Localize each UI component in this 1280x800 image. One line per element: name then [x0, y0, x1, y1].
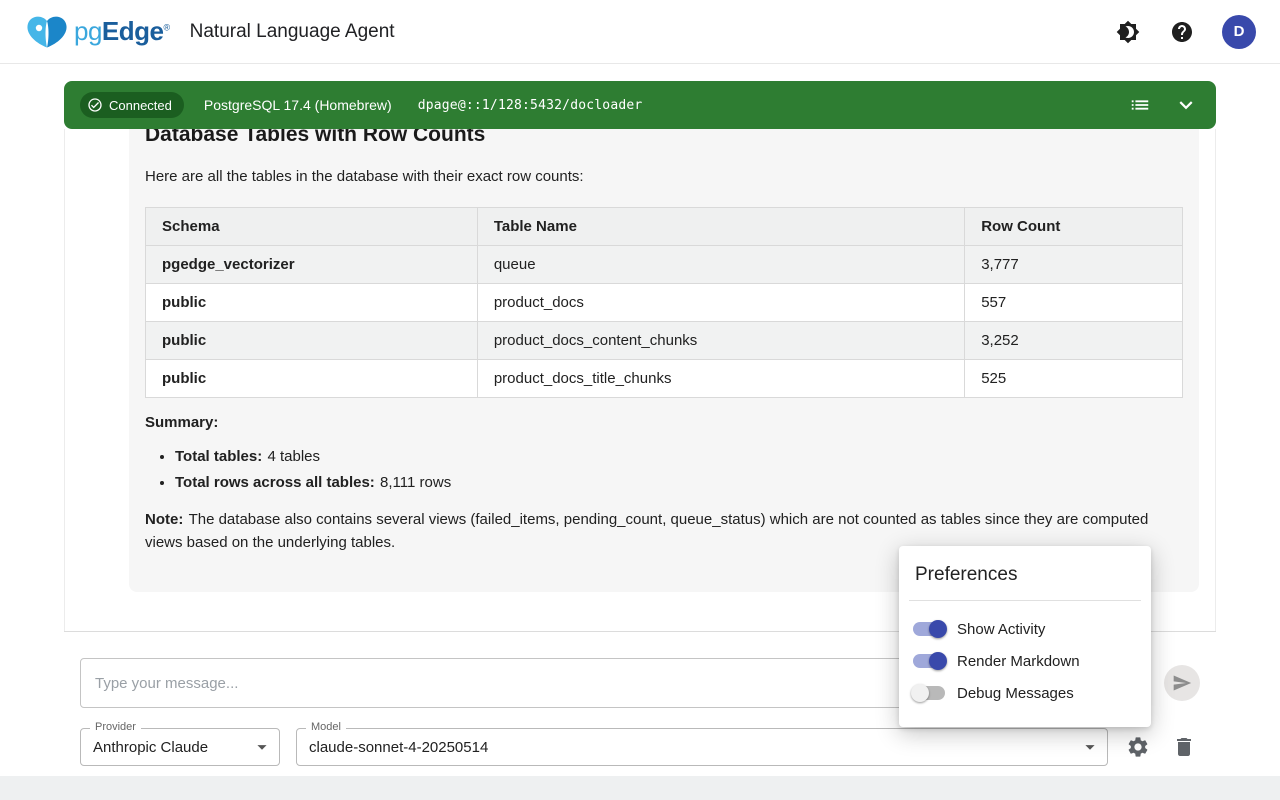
provider-select-label: Provider	[90, 721, 141, 733]
status-badge-label: Connected	[109, 98, 172, 113]
column-header-schema: Schema	[146, 207, 478, 245]
cell-row-count: 3,252	[965, 321, 1183, 359]
column-header-row-count: Row Count	[965, 207, 1183, 245]
column-header-table-name: Table Name	[477, 207, 964, 245]
toggle-label: Render Markdown	[957, 653, 1080, 670]
provider-select-value: Anthropic Claude	[93, 739, 208, 756]
note-label: Note:	[145, 511, 183, 528]
dropdown-arrow-icon	[1079, 736, 1101, 758]
connection-string: dpage@::1/128:5432/docloader	[418, 98, 643, 113]
cell-row-count: 525	[965, 359, 1183, 397]
cell-table-name: product_docs	[477, 283, 964, 321]
list-item: Total rows across all tables: 8,111 rows	[175, 474, 1183, 491]
model-select-label: Model	[306, 721, 346, 733]
connection-list-button[interactable]	[1126, 91, 1154, 119]
model-select-value: claude-sonnet-4-20250514	[309, 739, 488, 756]
cell-schema: public	[146, 283, 478, 321]
cell-table-name: queue	[477, 245, 964, 283]
page-title: Natural Language Agent	[190, 21, 395, 43]
provider-select[interactable]: Provider Anthropic Claude	[80, 728, 280, 766]
bullet-label: Total rows across all tables:	[175, 474, 375, 491]
dark-mode-toggle-button[interactable]	[1114, 18, 1142, 46]
trash-icon	[1172, 735, 1196, 759]
header-actions: D	[1114, 15, 1256, 49]
cell-row-count: 3,777	[965, 245, 1183, 283]
user-avatar[interactable]: D	[1222, 15, 1256, 49]
pgedge-logo: pgEdge®	[24, 13, 170, 51]
clear-chat-button[interactable]	[1170, 733, 1198, 761]
toggle-debug-messages[interactable]: Debug Messages	[899, 677, 1151, 709]
status-badge: Connected	[80, 92, 184, 118]
cell-schema: pgedge_vectorizer	[146, 245, 478, 283]
cell-row-count: 557	[965, 283, 1183, 321]
connection-collapse-button[interactable]	[1172, 91, 1200, 119]
summary-list: Total tables: 4 tables Total rows across …	[145, 448, 1183, 491]
table-row: pgedge_vectorizer queue 3,777	[146, 245, 1183, 283]
pgedge-logo-icon	[24, 13, 70, 51]
row-counts-table: Schema Table Name Row Count pgedge_vecto…	[145, 207, 1183, 398]
pgedge-wordmark: pgEdge®	[74, 16, 170, 47]
list-item: Total tables: 4 tables	[175, 448, 1183, 465]
connection-bar: Connected PostgreSQL 17.4 (Homebrew) dpa…	[64, 81, 1216, 129]
logo-text-pg: pg	[74, 16, 102, 46]
send-button[interactable]	[1164, 665, 1200, 701]
message-heading: Database Tables with Row Counts	[145, 129, 1183, 148]
preferences-popup: Preferences Show Activity Render Markdow…	[899, 546, 1151, 727]
help-button[interactable]	[1168, 18, 1196, 46]
message-intro: Here are all the tables in the database …	[145, 166, 1183, 189]
cell-schema: public	[146, 359, 478, 397]
cell-schema: public	[146, 321, 478, 359]
preferences-divider	[909, 600, 1141, 601]
dark-mode-icon	[1116, 20, 1140, 44]
assistant-message: Database Tables with Row Counts Here are…	[129, 129, 1199, 592]
table-row: public product_docs_title_chunks 525	[146, 359, 1183, 397]
preferences-title: Preferences	[899, 546, 1151, 600]
show-activity-switch[interactable]	[913, 622, 945, 636]
logo-text-edge: Edge	[102, 16, 164, 46]
toggle-show-activity[interactable]: Show Activity	[899, 613, 1151, 645]
app-header: pgEdge® Natural Language Agent D	[0, 0, 1280, 64]
model-select[interactable]: Model claude-sonnet-4-20250514	[296, 728, 1108, 766]
settings-button[interactable]	[1124, 733, 1152, 761]
send-icon	[1172, 673, 1192, 693]
dropdown-arrow-icon	[251, 736, 273, 758]
cell-table-name: product_docs_title_chunks	[477, 359, 964, 397]
bullet-label: Total tables:	[175, 448, 262, 465]
composer-controls-row: Provider Anthropic Claude Model claude-s…	[80, 728, 1200, 766]
note-text: The database also contains several views…	[145, 511, 1148, 551]
render-markdown-switch[interactable]	[913, 654, 945, 668]
toggle-label: Debug Messages	[957, 685, 1074, 702]
list-icon	[1129, 94, 1151, 116]
toggle-label: Show Activity	[957, 621, 1045, 638]
chevron-down-icon	[1173, 92, 1199, 118]
bullet-value: 8,111 rows	[380, 474, 451, 491]
toggle-render-markdown[interactable]: Render Markdown	[899, 645, 1151, 677]
table-row: public product_docs 557	[146, 283, 1183, 321]
cell-table-name: product_docs_content_chunks	[477, 321, 964, 359]
help-icon	[1170, 20, 1194, 44]
table-row: public product_docs_content_chunks 3,252	[146, 321, 1183, 359]
connection-bar-actions	[1126, 91, 1200, 119]
bullet-value: 4 tables	[267, 448, 320, 465]
summary-label: Summary:	[145, 412, 1183, 435]
check-circle-icon	[87, 97, 103, 113]
table-header-row: Schema Table Name Row Count	[146, 207, 1183, 245]
server-version-label: PostgreSQL 17.4 (Homebrew)	[204, 97, 392, 113]
logo-registered-mark: ®	[164, 22, 170, 32]
debug-messages-switch[interactable]	[913, 686, 945, 700]
gear-icon	[1126, 735, 1150, 759]
composer-icon-buttons	[1124, 733, 1200, 761]
